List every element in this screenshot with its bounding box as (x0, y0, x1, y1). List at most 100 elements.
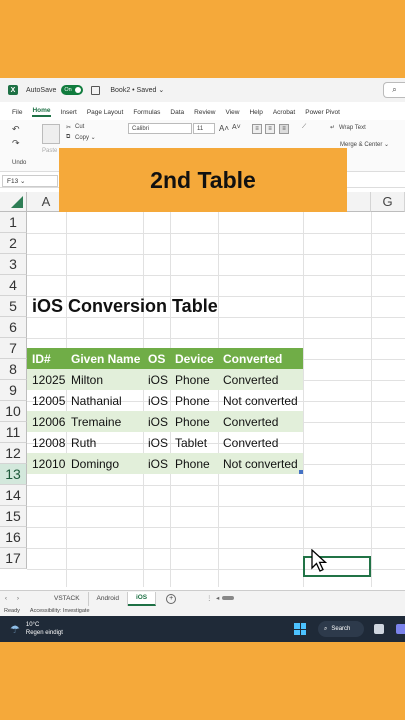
tab-review[interactable]: Review (194, 109, 215, 116)
row-header[interactable]: 6 (0, 317, 27, 338)
spreadsheet-grid[interactable]: A B C D E F G 1 2 3 4 5 6 7 8 9 10 11 12… (0, 192, 405, 587)
teams-icon[interactable] (396, 624, 405, 634)
row-header[interactable]: 11 (0, 422, 27, 443)
table-cell[interactable]: iOS (143, 411, 170, 432)
add-sheet-button[interactable]: + (166, 593, 177, 604)
tab-help[interactable]: Help (249, 109, 262, 116)
table-cell[interactable]: Converted (218, 411, 303, 432)
row-header[interactable]: 3 (0, 254, 27, 275)
increase-font-button[interactable]: A˄ (219, 124, 229, 133)
weather-widget[interactable]: 10°C Regen eindigt (26, 621, 63, 637)
search-icon[interactable]: ⌕ (383, 82, 405, 98)
align-top-icon[interactable]: ≡ (252, 124, 262, 134)
table-header-cell[interactable]: OS (143, 348, 170, 369)
next-sheet-icon[interactable]: › (12, 595, 24, 602)
row-header[interactable]: 15 (0, 506, 27, 527)
copy-button[interactable]: Copy ⌄ (75, 134, 96, 141)
table-cell[interactable]: Phone (170, 390, 218, 411)
table-cell[interactable]: Tablet (170, 432, 218, 453)
cut-button[interactable]: Cut (75, 124, 84, 130)
row-header[interactable]: 9 (0, 380, 27, 401)
weather-icon[interactable]: ☂ (10, 623, 20, 636)
row-header[interactable]: 4 (0, 275, 27, 296)
redo-icon[interactable]: ↷ (12, 138, 20, 149)
table-cell[interactable]: 12025 (27, 369, 66, 390)
accessibility-status[interactable]: Accessibility: Investigate (30, 608, 90, 614)
table-cell[interactable]: Not converted (218, 453, 303, 474)
table-cell[interactable]: 12008 (27, 432, 66, 453)
table-cell[interactable]: Phone (170, 411, 218, 432)
table-cell[interactable]: 12006 (27, 411, 66, 432)
name-box[interactable]: F13 ⌄ (2, 174, 58, 187)
tab-view[interactable]: View (225, 109, 239, 116)
table-header-cell[interactable]: Device (170, 348, 218, 369)
tab-file[interactable]: File (12, 109, 22, 116)
table-cell[interactable]: iOS (143, 369, 170, 390)
sheet-tab-android[interactable]: Android (89, 591, 128, 606)
sheet-tab-vstack[interactable]: VSTACK (46, 591, 89, 606)
tab-data[interactable]: Data (170, 109, 184, 116)
column-header-g[interactable]: G (371, 192, 405, 212)
align-bottom-icon[interactable]: ≡ (279, 124, 289, 134)
sheet-title-cell[interactable]: iOS Conversion Table (27, 296, 218, 317)
save-icon[interactable] (91, 85, 101, 95)
table-cell[interactable]: Converted (218, 432, 303, 453)
sheet-tab-ios[interactable]: iOS (127, 591, 157, 606)
row-header[interactable]: 5 (0, 296, 27, 317)
align-middle-icon[interactable]: ≡ (265, 124, 275, 134)
tab-acrobat[interactable]: Acrobat (273, 109, 295, 116)
table-resize-handle[interactable] (299, 470, 303, 474)
table-cell[interactable]: iOS (143, 432, 170, 453)
row-header[interactable]: 10 (0, 401, 27, 422)
wrap-text-button[interactable]: Wrap Text (339, 125, 366, 131)
windows-start-icon[interactable] (294, 623, 306, 635)
row-header[interactable]: 7 (0, 338, 27, 359)
row-header[interactable]: 12 (0, 443, 27, 464)
document-title[interactable]: Book2 • Saved ⌄ (110, 86, 164, 94)
row-header[interactable]: 8 (0, 359, 27, 380)
paste-label[interactable]: Paste (42, 148, 57, 154)
cut-icon[interactable]: ✂ (66, 124, 71, 131)
orientation-icon[interactable]: ⟋ (302, 124, 306, 131)
table-cell[interactable]: Domingo (66, 453, 143, 474)
table-cell[interactable]: iOS (143, 390, 170, 411)
table-cell[interactable]: Ruth (66, 432, 143, 453)
taskbar-search[interactable]: ⌕ Search (318, 621, 364, 637)
prev-sheet-icon[interactable]: ‹ (0, 595, 12, 602)
tab-page-layout[interactable]: Page Layout (87, 109, 124, 116)
row-header[interactable]: 1 (0, 212, 27, 233)
scroll-left-icon[interactable]: ◂ (216, 594, 219, 602)
table-cell[interactable]: Phone (170, 453, 218, 474)
merge-center-button[interactable]: Merge & Center ⌄ (340, 141, 389, 148)
undo-icon[interactable]: ↶ (12, 124, 20, 135)
tab-formulas[interactable]: Formulas (133, 109, 160, 116)
tab-home[interactable]: Home (32, 107, 51, 117)
more-options-icon[interactable]: ⋮ (206, 594, 213, 602)
table-cell[interactable]: Milton (66, 369, 143, 390)
table-header-cell[interactable]: ID# (27, 348, 66, 369)
autosave-toggle[interactable]: On (61, 85, 84, 95)
table-cell[interactable]: Tremaine (66, 411, 143, 432)
table-cell[interactable]: Converted (218, 369, 303, 390)
table-cell[interactable]: 12005 (27, 390, 66, 411)
task-view-icon[interactable] (374, 624, 384, 634)
row-header[interactable]: 17 (0, 548, 27, 569)
tab-power-pivot[interactable]: Power Pivot (305, 109, 340, 116)
row-header[interactable]: 14 (0, 485, 27, 506)
horizontal-scrollbar[interactable] (222, 596, 234, 600)
table-cell[interactable]: iOS (143, 453, 170, 474)
row-header[interactable]: 2 (0, 233, 27, 254)
table-cell[interactable]: Phone (170, 369, 218, 390)
row-header[interactable]: 16 (0, 527, 27, 548)
table-header-cell[interactable]: Converted (218, 348, 303, 369)
table-cell[interactable]: Nathanial (66, 390, 143, 411)
table-cell[interactable]: Not converted (218, 390, 303, 411)
select-all-corner[interactable] (0, 192, 27, 212)
tab-insert[interactable]: Insert (61, 109, 77, 116)
decrease-font-button[interactable]: A˅ (232, 124, 241, 131)
font-size-dropdown[interactable]: 11 (193, 123, 215, 134)
table-cell[interactable]: 12010 (27, 453, 66, 474)
table-header-cell[interactable]: Given Name (66, 348, 143, 369)
font-name-dropdown[interactable]: Calibri (128, 123, 192, 134)
wrap-text-icon[interactable]: ↵ (330, 124, 335, 131)
